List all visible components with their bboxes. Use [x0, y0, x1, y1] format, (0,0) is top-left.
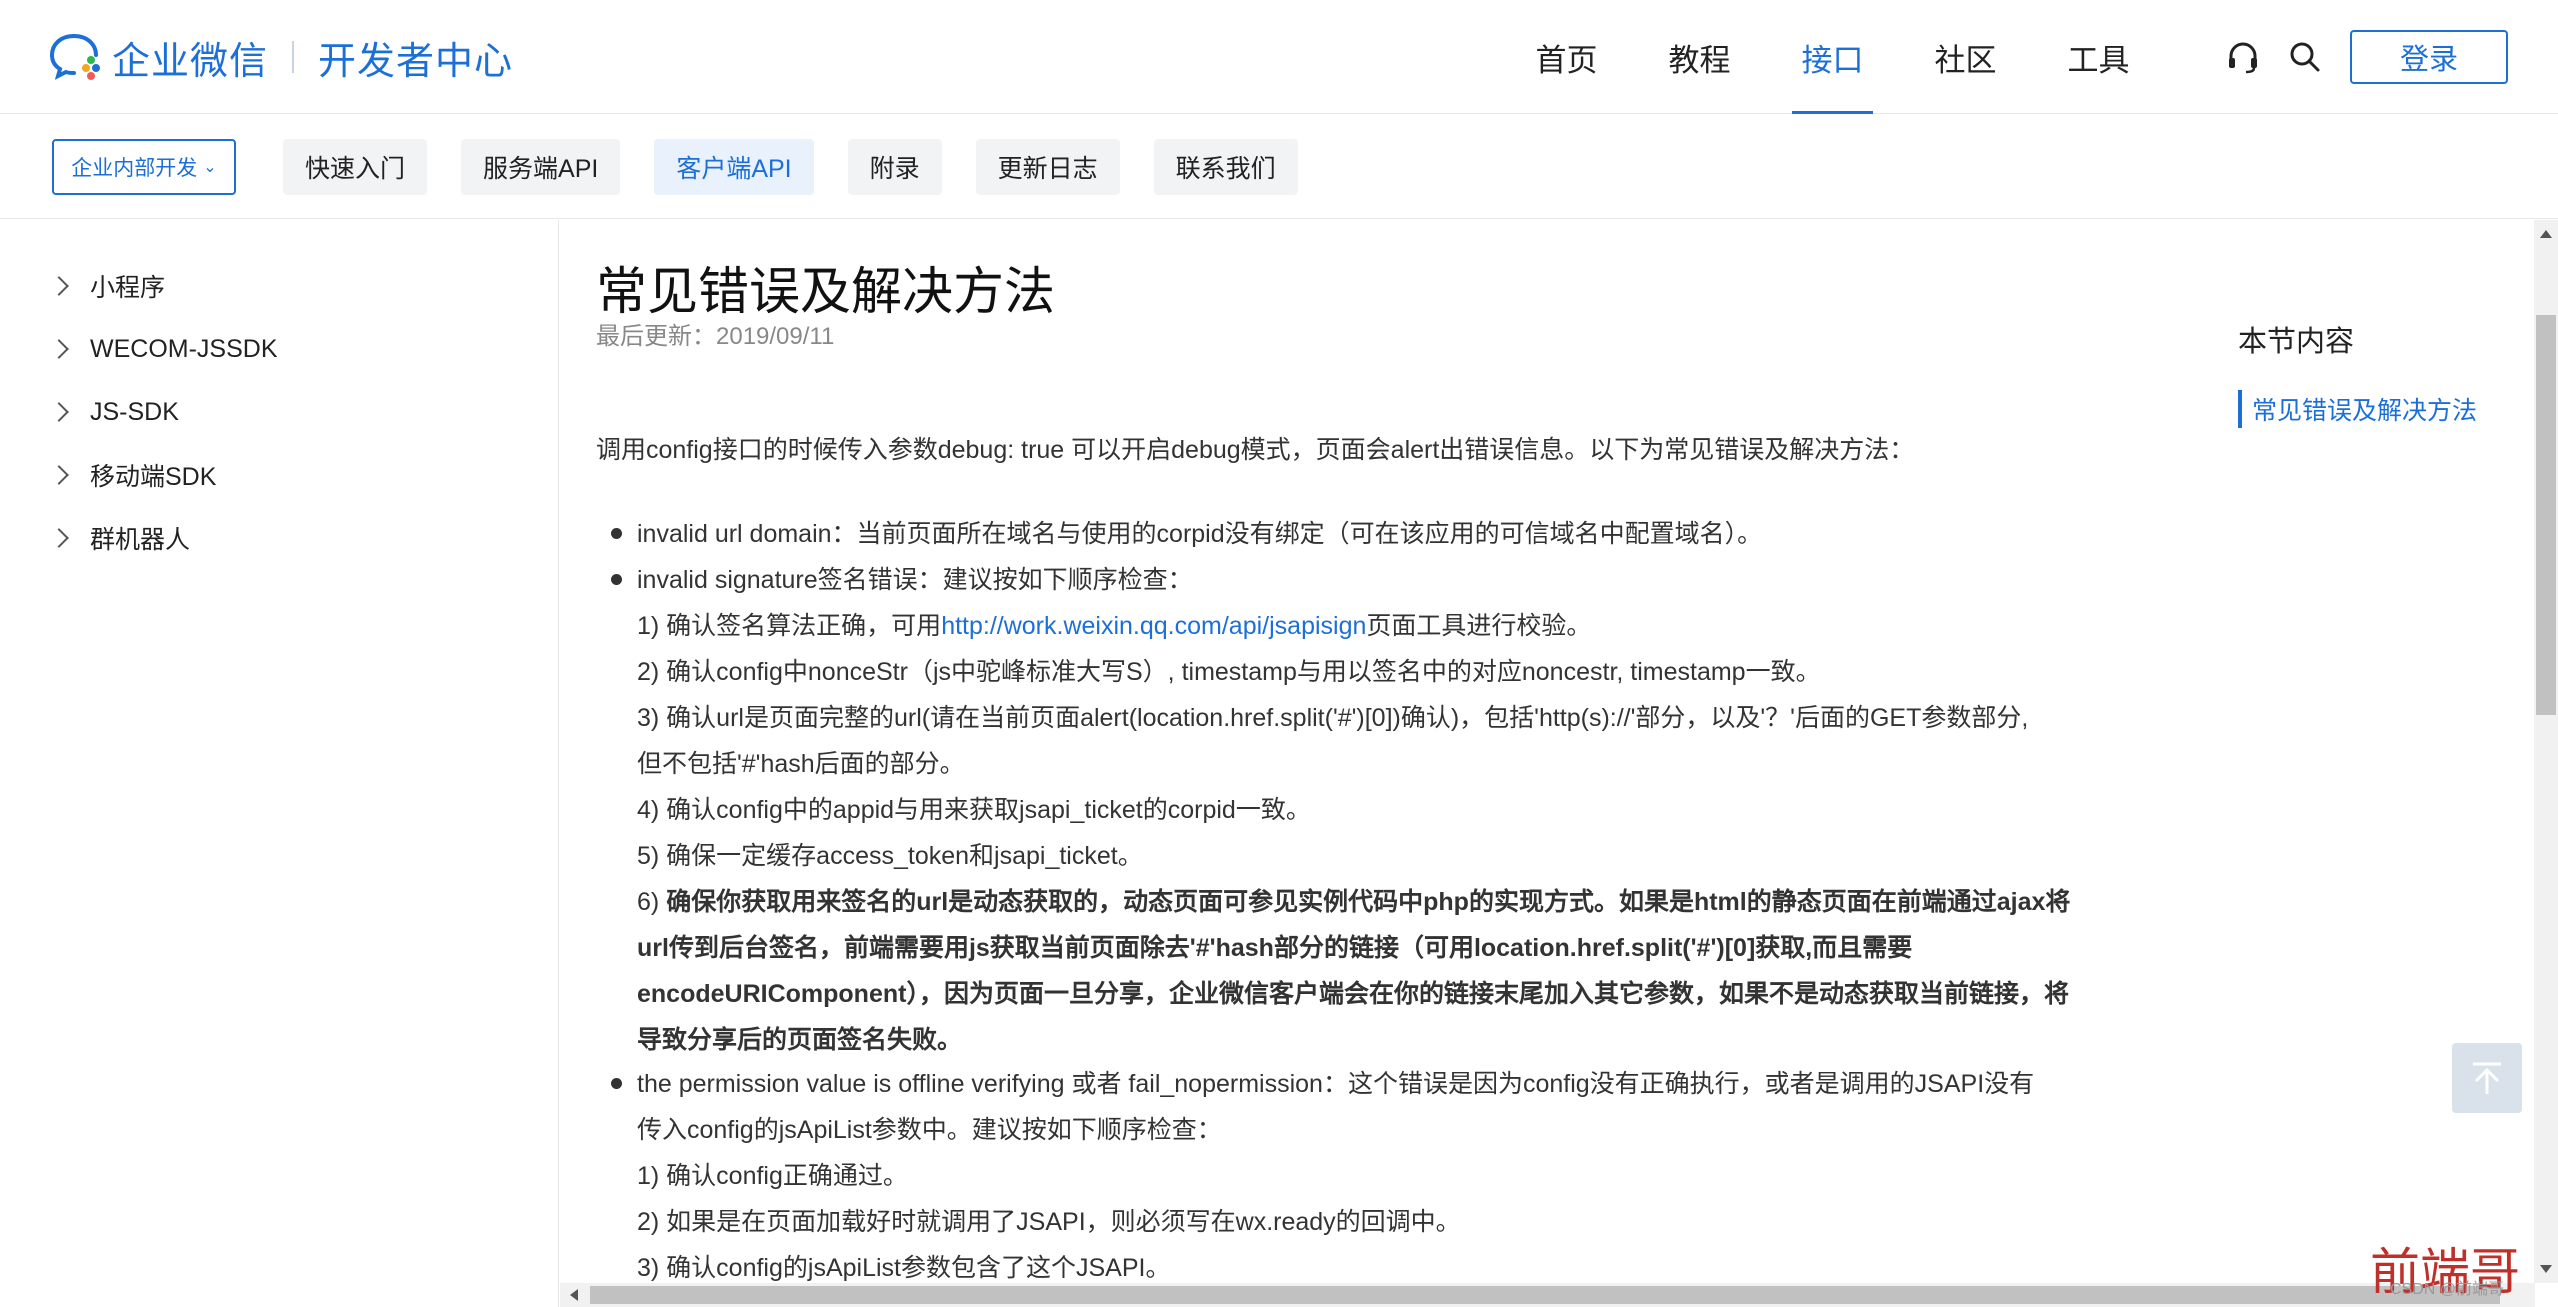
- sidebar-item-wecom-jssdk[interactable]: WECOM-JSSDK: [49, 329, 278, 369]
- signature-step-3: 3) 确认url是页面完整的url(请在当前页面alert(location.h…: [637, 704, 2029, 732]
- signature-step-4: 4) 确认config中的appid与用来获取jsapi_ticket的corp…: [637, 796, 1311, 824]
- scrollbar-thumb[interactable]: [590, 1286, 2500, 1304]
- logo-name: 企业微信: [112, 40, 269, 83]
- sidebar-item-label: 移动端SDK: [90, 463, 217, 491]
- sidebar-item-mobile-sdk[interactable]: 移动端SDK: [49, 455, 217, 495]
- arrow-up-icon: [2473, 1062, 2501, 1094]
- watermark-caption: CSDN @前端哥: [2390, 1281, 2505, 1298]
- sidebar-item-label: 群机器人: [90, 526, 191, 554]
- chevron-right-icon: [49, 339, 69, 359]
- top-header: 企业微信 开发者中心 首页 教程 接口 社区 工具 登录: [0, 0, 2558, 114]
- nav-home[interactable]: 首页: [1500, 0, 1633, 114]
- tab-changelog[interactable]: 更新日志: [975, 139, 1120, 195]
- chevron-right-icon: [49, 276, 69, 296]
- chevron-right-icon: [49, 465, 69, 485]
- signature-step-1: 1) 确认签名算法正确，可用http://work.weixin.qq.com/…: [637, 606, 1591, 642]
- tab-server-api[interactable]: 服务端API: [461, 139, 621, 195]
- headset-icon[interactable]: [2224, 38, 2262, 76]
- sidebar-item-group-robot[interactable]: 群机器人: [49, 518, 191, 558]
- scroll-left-icon[interactable]: [570, 1289, 578, 1301]
- step-text: 1) 确认签名算法正确，可用: [637, 612, 942, 640]
- step-bold-text: 导致分享后的页面签名失败。: [637, 1026, 963, 1054]
- sidebar-item-js-sdk[interactable]: JS-SDK: [49, 392, 179, 432]
- logo[interactable]: 企业微信 开发者中心: [49, 30, 514, 84]
- scroll-down-icon[interactable]: [2540, 1265, 2552, 1273]
- dropdown-label: 企业内部开发: [71, 157, 198, 180]
- sidebar-item-label: JS-SDK: [90, 397, 179, 426]
- search-icon[interactable]: [2286, 38, 2324, 76]
- nav-tools[interactable]: 工具: [2032, 0, 2165, 114]
- scroll-up-icon[interactable]: [2540, 230, 2552, 238]
- back-to-top-button[interactable]: [2452, 1043, 2522, 1113]
- article: 常见错误及解决方法 最后更新：2019/09/11 调用config接口的时候传…: [560, 220, 2535, 1283]
- signature-step-6-cont: encodeURIComponent），因为页面一旦分享，企业微信客户端会在你的…: [637, 974, 2069, 1010]
- tab-appendix[interactable]: 附录: [847, 139, 942, 195]
- signature-step-6: 6) 确保你获取用来签名的url是动态获取的，动态页面可参见实例代码中php的实…: [637, 882, 2070, 918]
- signature-step-2: 2) 确认config中nonceStr（js中驼峰标准大写S）, timest…: [637, 658, 1821, 686]
- dev-type-dropdown[interactable]: 企业内部开发 ⌄: [52, 139, 236, 195]
- bullet-dot: [611, 1078, 622, 1089]
- tab-quickstart[interactable]: 快速入门: [283, 139, 428, 195]
- signature-step-5: 5) 确保一定缓存access_token和jsapi_ticket。: [637, 842, 1143, 870]
- step-bold-text: 确保你获取用来签名的url是动态获取的，动态页面可参见实例代码中php的实现方式…: [666, 888, 2071, 916]
- nav-api[interactable]: 接口: [1766, 0, 1899, 114]
- main-nav: 首页 教程 接口 社区 工具: [1500, 0, 2165, 114]
- sidebar-item-label: 小程序: [90, 274, 166, 302]
- chevron-right-icon: [49, 402, 69, 422]
- error-permission-cont: 传入config的jsApiList参数中。建议按如下顺序检查：: [637, 1116, 1222, 1144]
- bullet-dot: [611, 528, 622, 539]
- signature-step-6-cont: 导致分享后的页面签名失败。: [637, 1020, 962, 1056]
- signature-step-6-cont: url传到后台签名，前端需要用js获取当前页面除去'#'hash部分的链接（可用…: [637, 928, 1912, 964]
- permission-step-1: 1) 确认config正确通过。: [637, 1162, 908, 1190]
- chevron-right-icon: [49, 528, 69, 548]
- login-button[interactable]: 登录: [2350, 30, 2508, 84]
- error-invalid-url-domain: invalid url domain：当前页面所在域名与使用的corpid没有绑…: [637, 520, 1763, 548]
- vertical-scrollbar[interactable]: [2534, 220, 2558, 1283]
- horizontal-scrollbar[interactable]: [560, 1283, 2535, 1307]
- error-permission: the permission value is offline verifyin…: [637, 1070, 2035, 1098]
- step-bold-text: encodeURIComponent），因为页面一旦分享，企业微信客户端会在你的…: [637, 980, 2069, 1008]
- page-title: 常见错误及解决方法: [596, 263, 1056, 320]
- error-invalid-signature: invalid signature签名错误：建议按如下顺序检查：: [637, 566, 1193, 594]
- nav-community[interactable]: 社区: [1899, 0, 2032, 114]
- step-text: 6): [637, 888, 667, 916]
- sub-nav: 企业内部开发 ⌄ 快速入门 服务端API 客户端API 附录 更新日志 联系我们: [0, 115, 2558, 219]
- last-updated: 最后更新：2019/09/11: [596, 323, 835, 350]
- step-bold-text: url传到后台签名，前端需要用js获取当前页面除去'#'hash部分的链接（可用…: [637, 934, 1913, 962]
- toc-item-common-errors[interactable]: 常见错误及解决方法: [2238, 390, 2477, 428]
- sidebar-item-label: WECOM-JSSDK: [90, 334, 278, 363]
- bullet-dot: [611, 574, 622, 585]
- permission-step-3: 3) 确认config的jsApiList参数包含了这个JSAPI。: [637, 1254, 1171, 1282]
- signature-step-3-cont: 但不包括'#'hash后面的部分。: [637, 750, 965, 778]
- toc-title: 本节内容: [2238, 326, 2355, 358]
- intro-text: 调用config接口的时候传入参数debug: true 可以开启debug模式…: [596, 436, 1915, 464]
- tab-client-api[interactable]: 客户端API: [654, 139, 814, 195]
- chevron-down-icon: ⌄: [203, 159, 217, 176]
- jsapisign-link[interactable]: http://work.weixin.qq.com/api/jsapisign: [941, 612, 1366, 640]
- scrollbar-thumb[interactable]: [2536, 315, 2556, 715]
- wecom-logo-icon: [49, 30, 106, 84]
- subnav-tabs: 快速入门 服务端API 客户端API 附录 更新日志 联系我们: [283, 139, 1332, 195]
- sidebar-item-miniprogram[interactable]: 小程序: [49, 266, 166, 306]
- permission-step-2: 2) 如果是在页面加载好时就调用了JSAPI，则必须写在wx.ready的回调中…: [637, 1208, 1461, 1236]
- tab-contact[interactable]: 联系我们: [1153, 139, 1298, 195]
- sidebar: 小程序 WECOM-JSSDK JS-SDK 移动端SDK 群机器人: [0, 220, 559, 1307]
- nav-tutorial[interactable]: 教程: [1633, 0, 1766, 114]
- step-text: 页面工具进行校验。: [1366, 612, 1592, 640]
- logo-subtitle: 开发者中心: [318, 40, 514, 83]
- logo-divider: [292, 41, 295, 73]
